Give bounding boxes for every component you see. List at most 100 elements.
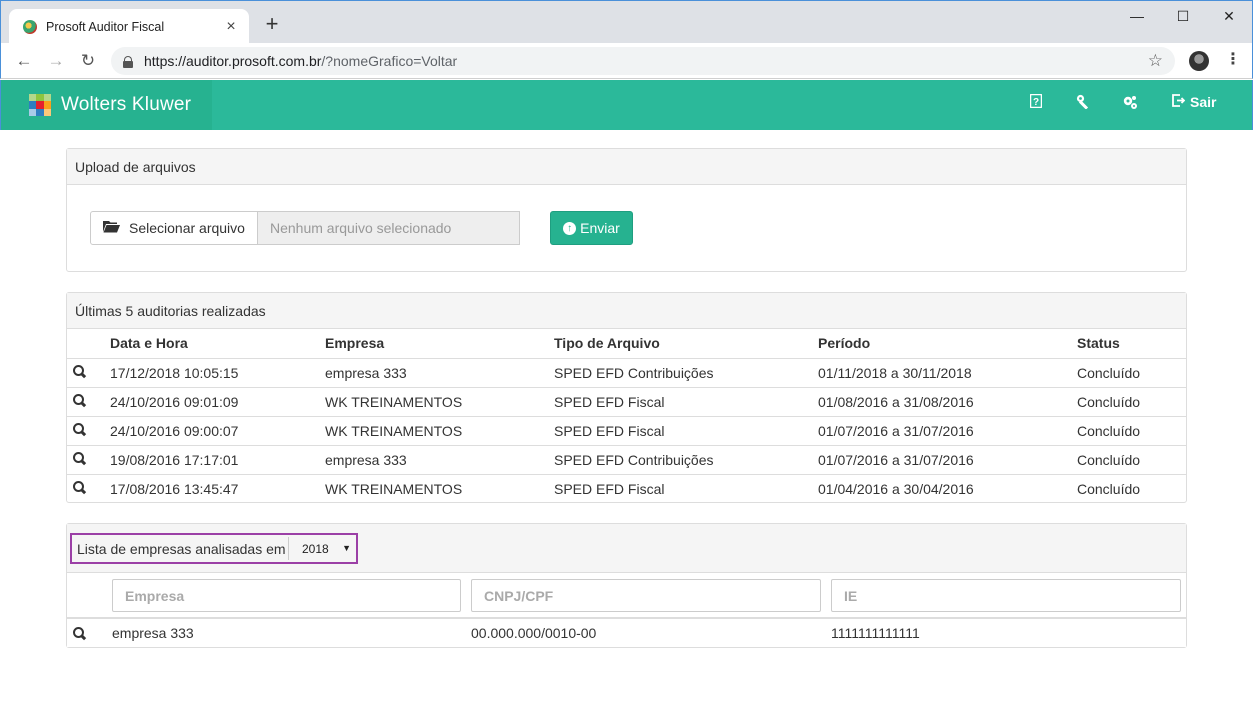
brand-name: Wolters Kluwer	[61, 94, 192, 115]
logout-icon	[1172, 94, 1186, 110]
audits-panel: Últimas 5 auditorias realizadas Data e H…	[66, 292, 1187, 503]
send-button[interactable]: ↑ Enviar	[550, 211, 633, 245]
table-row: 17/12/2018 10:05:15 empresa 333 SPED EFD…	[67, 357, 1186, 387]
audit-file-type: SPED EFD Fiscal	[554, 386, 818, 416]
year-select-value: 2018	[302, 541, 329, 556]
cnpj-filter-input[interactable]: CNPJ/CPF	[471, 579, 821, 612]
forward-icon[interactable]: →	[46, 51, 66, 71]
audit-date: 19/08/2016 17:17:01	[110, 444, 325, 474]
wolters-kluwer-logo-icon	[29, 94, 51, 116]
column-header-file-type: Tipo de Arquivo	[554, 329, 818, 359]
companies-panel-heading: Lista de empresas analisadas em 2018 ▼	[67, 524, 1186, 573]
address-bar: ← → ↻ https://auditor.prosoft.com.br/?no…	[0, 43, 1253, 79]
companies-filter-row: Empresa CNPJ/CPF IE	[67, 573, 1186, 618]
maximize-icon[interactable]: ☐	[1160, 1, 1206, 31]
upload-panel-title: Upload de arquivos	[67, 149, 1186, 185]
folder-open-icon	[103, 220, 120, 236]
wrench-icon[interactable]	[1074, 94, 1092, 114]
audit-period: 01/11/2018 a 30/11/2018	[818, 357, 1077, 387]
back-icon[interactable]: ←	[14, 51, 34, 71]
company-ie: 1111111111111	[831, 625, 920, 641]
favicon-icon	[23, 19, 37, 34]
ie-filter-input[interactable]: IE	[831, 579, 1181, 612]
audit-status: Concluído	[1077, 473, 1186, 503]
audit-file-type: SPED EFD Contribuições	[554, 444, 818, 474]
browser-tab[interactable]: Prosoft Auditor Fiscal ×	[9, 9, 249, 44]
audit-period: 01/07/2016 a 31/07/2016	[818, 415, 1077, 445]
send-label: Enviar	[580, 220, 620, 236]
lock-icon	[123, 55, 133, 68]
view-column-header	[67, 329, 110, 359]
view-company-search-icon[interactable]	[73, 627, 86, 640]
year-select[interactable]: 2018 ▼	[288, 537, 356, 560]
select-file-label: Selecionar arquivo	[129, 220, 245, 236]
audit-status: Concluído	[1077, 444, 1186, 474]
audit-status: Concluído	[1077, 357, 1186, 387]
table-row: 24/10/2016 09:01:09 WK TREINAMENTOS SPED…	[67, 386, 1186, 416]
bookmark-star-icon[interactable]: ☆	[1148, 51, 1163, 71]
reload-icon[interactable]: ↻	[78, 51, 98, 71]
view-audit-search-icon[interactable]	[73, 364, 86, 378]
view-audit-search-icon[interactable]	[73, 451, 86, 465]
upload-circle-icon: ↑	[563, 221, 577, 235]
year-filter-box: Lista de empresas analisadas em 2018 ▼	[70, 533, 358, 564]
audit-status: Concluído	[1077, 386, 1186, 416]
column-header-date: Data e Hora	[110, 329, 325, 359]
window-controls: — ☐ ✕	[1114, 1, 1252, 31]
audit-file-type: SPED EFD Contribuições	[554, 357, 818, 387]
select-file-button[interactable]: Selecionar arquivo	[90, 211, 258, 245]
audit-period: 01/07/2016 a 31/07/2016	[818, 444, 1077, 474]
table-row: empresa 333 00.000.000/0010-00 111111111…	[67, 618, 1186, 647]
url-host: https://auditor.prosoft.com.br	[144, 53, 322, 69]
view-audit-search-icon[interactable]	[73, 480, 86, 494]
column-header-period: Período	[818, 329, 1077, 359]
audit-period: 01/08/2016 a 31/08/2016	[818, 386, 1077, 416]
column-header-status: Status	[1077, 329, 1186, 359]
view-audit-search-icon[interactable]	[73, 393, 86, 407]
brand[interactable]: Wolters Kluwer	[1, 80, 212, 130]
companies-panel: Lista de empresas analisadas em 2018 ▼ E…	[66, 523, 1187, 648]
logout-button[interactable]: Sair	[1172, 94, 1216, 110]
logout-label: Sair	[1190, 94, 1217, 110]
table-row: 24/10/2016 09:00:07 WK TREINAMENTOS SPED…	[67, 415, 1186, 445]
audit-company: empresa 333	[325, 357, 554, 387]
settings-gears-icon[interactable]	[1121, 94, 1139, 114]
company-filter-input[interactable]: Empresa	[112, 579, 461, 612]
new-tab-icon[interactable]: +	[261, 13, 283, 35]
view-audit-search-icon[interactable]	[73, 422, 86, 436]
browser-tabbar: Prosoft Auditor Fiscal × + — ☐ ✕	[0, 0, 1253, 44]
audit-company: WK TREINAMENTOS	[325, 415, 554, 445]
caret-down-icon: ▼	[342, 543, 351, 553]
audits-panel-title: Últimas 5 auditorias realizadas	[67, 293, 1186, 329]
table-row: 17/08/2016 13:45:47 WK TREINAMENTOS SPED…	[67, 473, 1186, 503]
audit-status: Concluído	[1077, 415, 1186, 445]
upload-body: Selecionar arquivo Nenhum arquivo seleci…	[67, 185, 1186, 271]
url-input[interactable]: https://auditor.prosoft.com.br/?nomeGraf…	[111, 47, 1175, 75]
tab-title: Prosoft Auditor Fiscal	[46, 19, 165, 34]
audit-file-type: SPED EFD Fiscal	[554, 473, 818, 503]
minimize-icon[interactable]: —	[1114, 1, 1160, 31]
browser-menu-icon[interactable]: ⋮	[1225, 50, 1241, 70]
upload-panel: Upload de arquivos Selecionar arquivo Ne…	[66, 148, 1187, 272]
profile-avatar[interactable]	[1189, 51, 1209, 71]
close-window-icon[interactable]: ✕	[1206, 1, 1252, 31]
help-icon[interactable]: ?	[1027, 93, 1045, 114]
audit-company: WK TREINAMENTOS	[325, 473, 554, 503]
audits-table: Data e Hora Empresa Tipo de Arquivo Perí…	[67, 329, 1186, 503]
close-tab-icon[interactable]: ×	[223, 18, 239, 35]
audit-date: 17/12/2018 10:05:15	[110, 357, 325, 387]
company-name: empresa 333	[112, 625, 194, 641]
url-path: /?nomeGrafico=Voltar	[321, 53, 458, 69]
audit-period: 01/04/2016 a 30/04/2016	[818, 473, 1077, 503]
audit-company: WK TREINAMENTOS	[325, 386, 554, 416]
table-row: 19/08/2016 17:17:01 empresa 333 SPED EFD…	[67, 444, 1186, 474]
companies-list-label: Lista de empresas analisadas em	[77, 540, 286, 557]
audit-date: 24/10/2016 09:01:09	[110, 386, 325, 416]
selected-file-field[interactable]: Nenhum arquivo selecionado	[258, 211, 520, 245]
svg-text:?: ?	[1033, 97, 1039, 108]
company-cnpj: 00.000.000/0010-00	[471, 625, 597, 641]
audits-header-row: Data e Hora Empresa Tipo de Arquivo Perí…	[67, 329, 1186, 359]
column-header-company: Empresa	[325, 329, 554, 359]
app-header: Wolters Kluwer ? Sair	[0, 80, 1253, 130]
audit-date: 24/10/2016 09:00:07	[110, 415, 325, 445]
